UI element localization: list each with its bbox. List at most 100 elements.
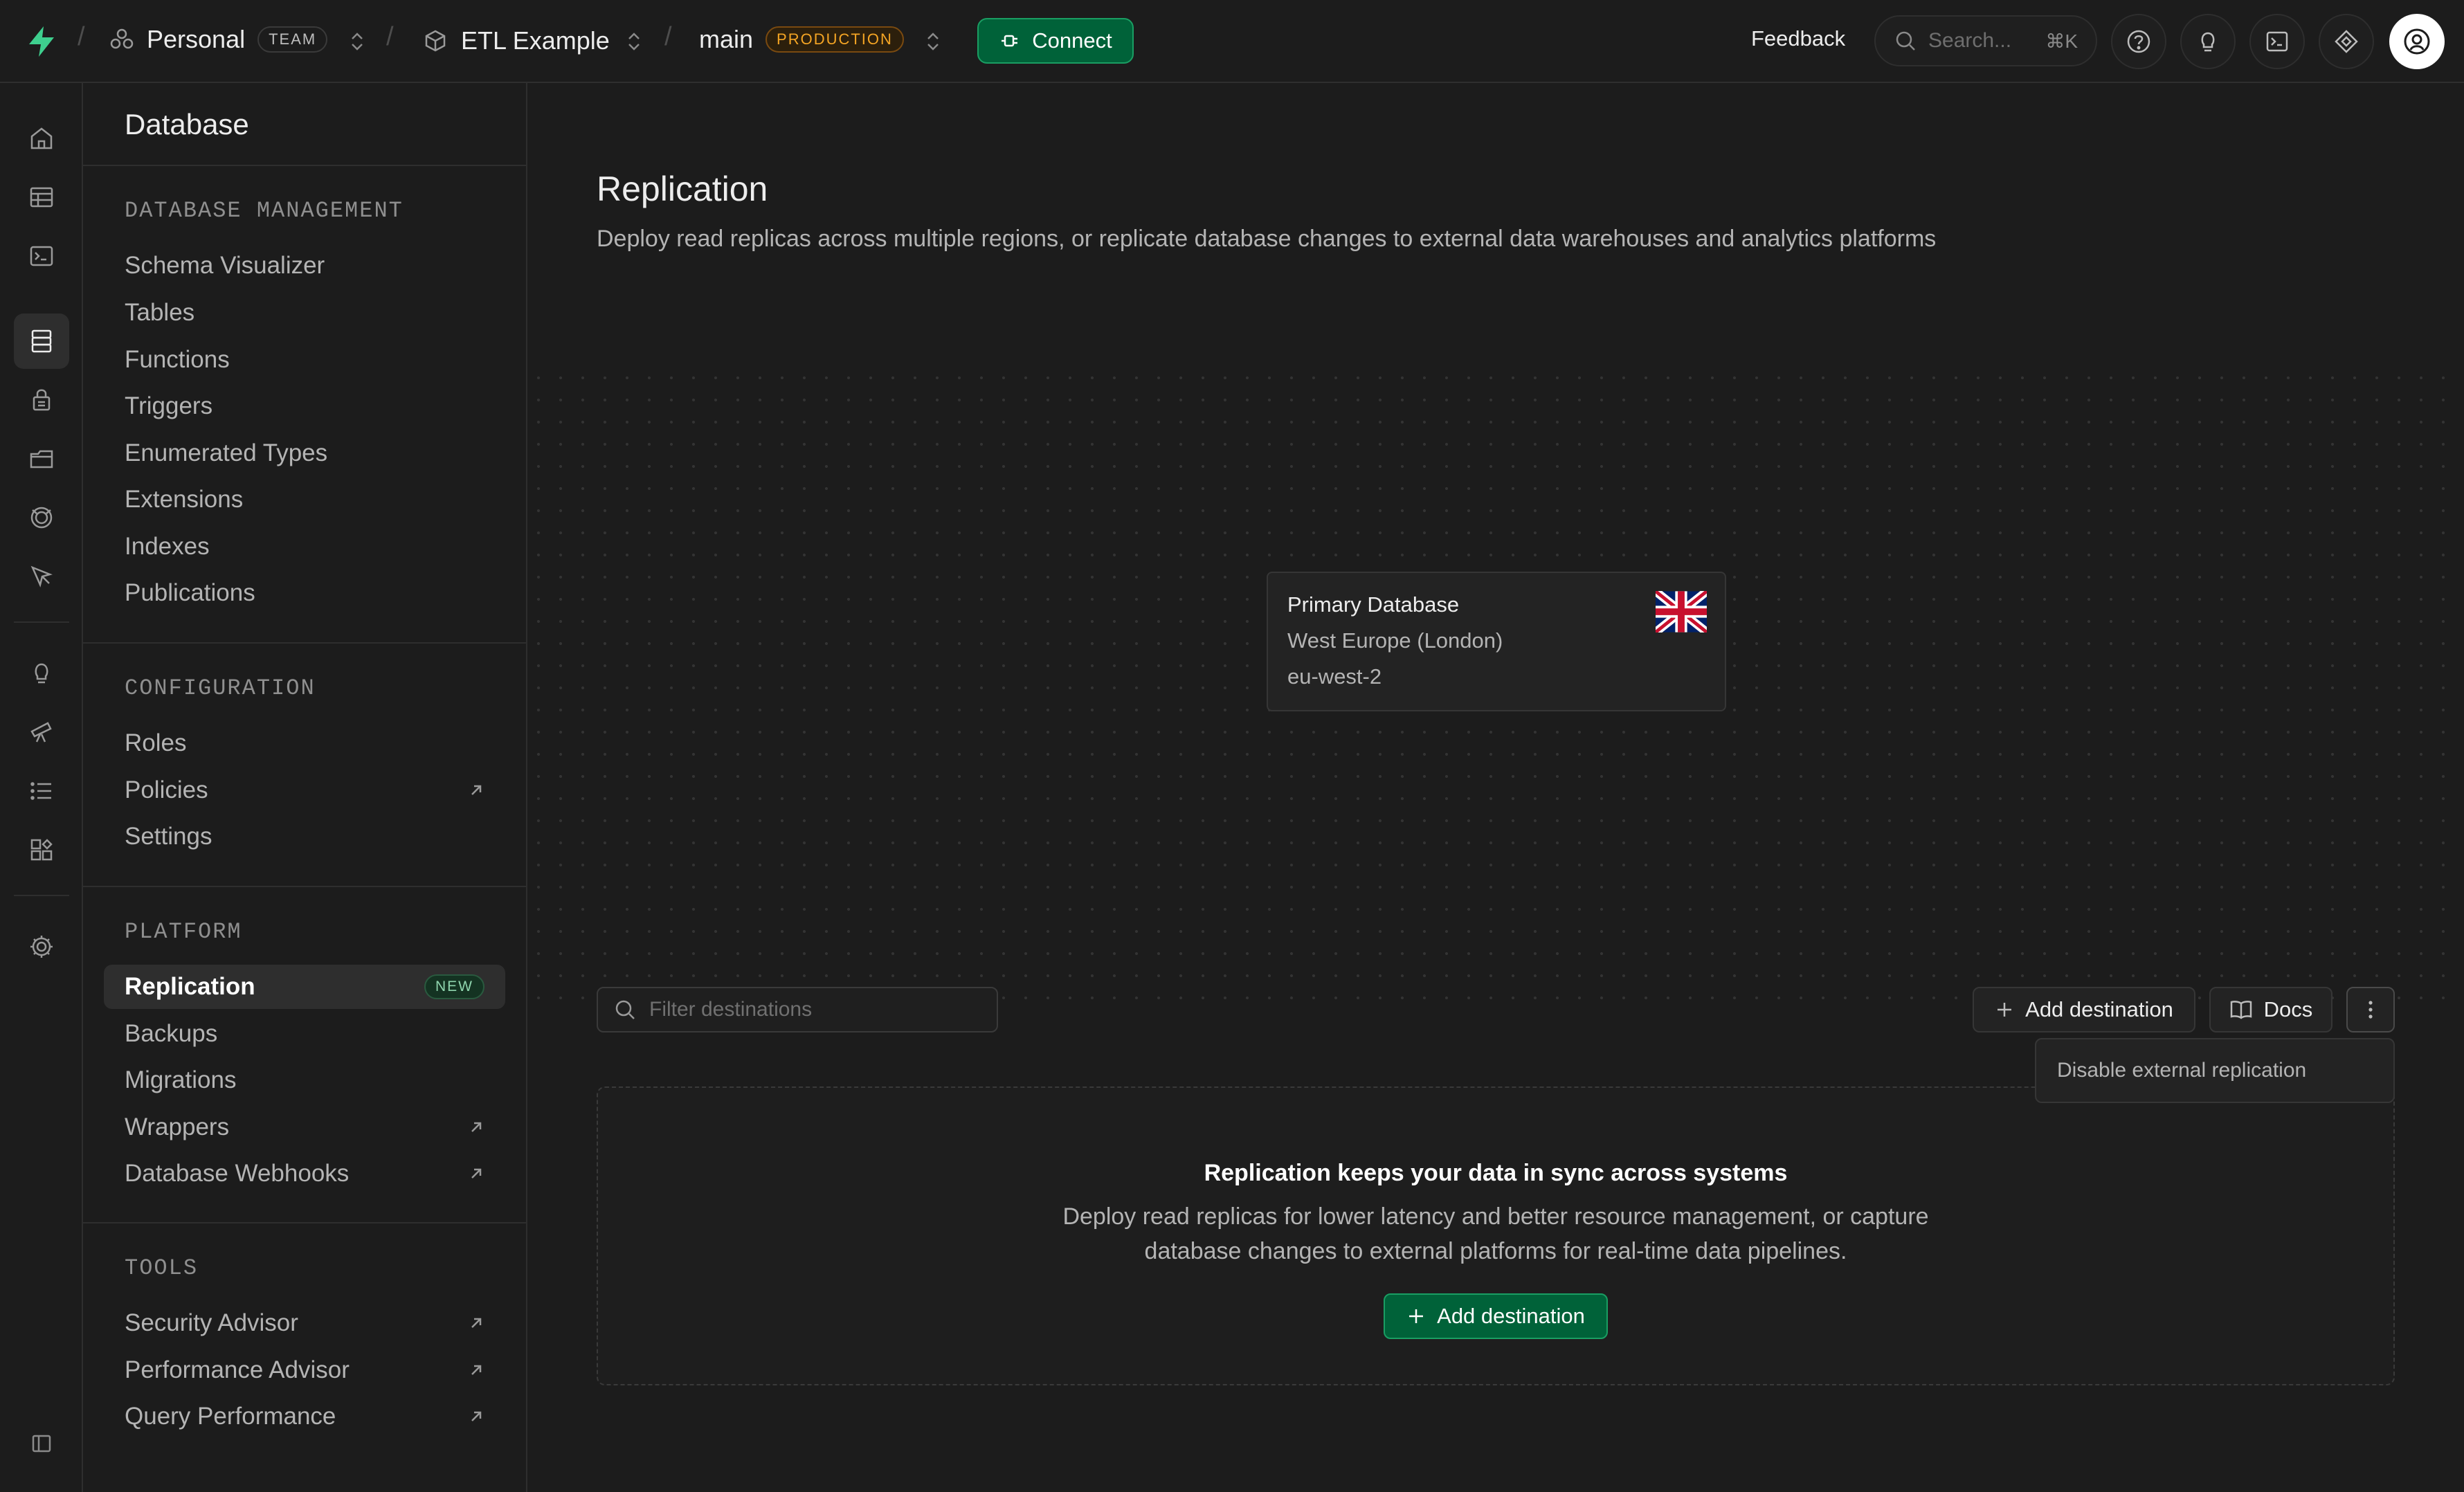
more-options-button[interactable] xyxy=(2346,987,2395,1032)
primary-db-name: Primary Database xyxy=(1287,592,1460,617)
sidebar-item-functions[interactable]: Functions xyxy=(104,338,505,382)
integrations-icon[interactable] xyxy=(14,822,69,877)
sidebar-item-replication[interactable]: Replication NEW xyxy=(104,965,505,1009)
branch-selector[interactable]: main PRODUCTION xyxy=(699,25,904,54)
search-input[interactable]: Search... ⌘K xyxy=(1874,15,2097,66)
sidebar-item-migrations[interactable]: Migrations xyxy=(104,1058,505,1102)
sql-editor-icon[interactable] xyxy=(14,228,69,284)
add-destination-label: Add destination xyxy=(2025,997,2173,1021)
feedback-button[interactable]: Feedback xyxy=(1751,26,1845,51)
icon-rail xyxy=(0,83,83,1492)
storage-icon[interactable] xyxy=(14,431,69,486)
external-link-icon xyxy=(468,1165,484,1182)
sidebar-item-extensions[interactable]: Extensions xyxy=(104,477,505,522)
connect-button[interactable]: Connect xyxy=(977,18,1134,64)
plug-icon xyxy=(999,30,1021,52)
search-icon xyxy=(1894,29,1917,53)
main-content: Replication Deploy read replicas across … xyxy=(527,83,2464,1492)
org-name: Personal xyxy=(147,25,246,53)
filter-destinations-input[interactable]: Filter destinations xyxy=(597,987,998,1032)
section-heading-configuration: CONFIGURATION xyxy=(125,675,316,701)
empty-add-destination-label: Add destination xyxy=(1437,1304,1585,1328)
terminal-icon xyxy=(2263,28,2291,55)
collapse-sidebar-icon[interactable] xyxy=(14,1416,69,1471)
box-icon xyxy=(424,29,447,53)
logs-list-icon[interactable] xyxy=(14,763,69,819)
sidebar-item-security-advisor[interactable]: Security Advisor xyxy=(104,1301,505,1345)
sidebar-item-wrappers[interactable]: Wrappers xyxy=(104,1105,505,1149)
auth-lock-icon[interactable] xyxy=(14,372,69,428)
docs-button[interactable]: Docs xyxy=(2209,987,2332,1032)
section-heading-database-management: DATABASE MANAGEMENT xyxy=(125,198,404,224)
production-badge: PRODUCTION xyxy=(766,26,904,53)
external-link-icon xyxy=(468,782,484,799)
lightbulb-icon xyxy=(2194,28,2222,55)
realtime-icon[interactable] xyxy=(14,490,69,545)
sidebar-item-indexes[interactable]: Indexes xyxy=(104,525,505,569)
project-selector[interactable]: ETL Example xyxy=(424,26,610,55)
external-link-icon xyxy=(468,1119,484,1136)
user-avatar[interactable] xyxy=(2389,14,2445,69)
org-plan-badge: TEAM xyxy=(257,26,328,53)
sidebar-item-label: Indexes xyxy=(125,533,210,560)
sidebar-item-query-performance[interactable]: Query Performance xyxy=(104,1394,505,1439)
edge-functions-icon[interactable] xyxy=(14,549,69,604)
diamond-icon xyxy=(2332,28,2360,55)
external-link-icon xyxy=(468,1408,484,1425)
sidebar-item-label: Tables xyxy=(125,299,195,326)
sidebar-item-label: Schema Visualizer xyxy=(125,252,325,279)
sidebar-item-roles[interactable]: Roles xyxy=(104,721,505,765)
top-bar: / Personal TEAM / ETL Example / main PRO… xyxy=(0,0,2464,83)
settings-gear-icon[interactable] xyxy=(14,919,69,974)
sidebar-item-triggers[interactable]: Triggers xyxy=(104,384,505,428)
section-heading-platform: PLATFORM xyxy=(125,919,242,945)
assistant-button[interactable] xyxy=(2319,14,2374,69)
uk-flag-icon xyxy=(1656,591,1707,633)
terminal-button[interactable] xyxy=(2249,14,2305,69)
advisor-button[interactable] xyxy=(2180,14,2236,69)
sidebar-item-label: Database Webhooks xyxy=(125,1160,350,1187)
sidebar-item-label: Backups xyxy=(125,1020,218,1047)
table-editor-icon[interactable] xyxy=(14,170,69,225)
sidebar-item-label: Migrations xyxy=(125,1066,237,1093)
menu-item-disable-external-replication[interactable]: Disable external replication xyxy=(2057,1059,2306,1082)
options-dropdown-menu: Disable external replication xyxy=(2035,1038,2395,1103)
page-title: Replication xyxy=(597,170,768,208)
empty-state-description: Deploy read replicas for lower latency a… xyxy=(1062,1203,1929,1264)
sidebar-item-settings[interactable]: Settings xyxy=(104,815,505,859)
project-chevron-icon[interactable] xyxy=(624,29,644,54)
rail-divider xyxy=(14,621,69,623)
sidebar-item-performance-advisor[interactable]: Performance Advisor xyxy=(104,1348,505,1392)
sidebar-item-policies[interactable]: Policies xyxy=(104,768,505,812)
branch-chevron-icon[interactable] xyxy=(923,29,943,54)
observability-telescope-icon[interactable] xyxy=(14,704,69,760)
home-icon[interactable] xyxy=(14,111,69,166)
org-chevron-icon[interactable] xyxy=(347,29,367,54)
external-link-icon xyxy=(468,1315,484,1331)
sidebar-item-label: Performance Advisor xyxy=(125,1356,350,1383)
sidebar-divider xyxy=(83,165,526,166)
sidebar-item-tables[interactable]: Tables xyxy=(104,291,505,335)
sidebar-divider xyxy=(83,886,526,887)
sidebar-divider xyxy=(83,642,526,644)
org-selector[interactable]: Personal TEAM xyxy=(109,25,328,54)
sidebar-item-label: Policies xyxy=(125,776,208,803)
supabase-logo-icon[interactable] xyxy=(26,25,60,58)
sidebar-item-label: Query Performance xyxy=(125,1403,336,1430)
connect-label: Connect xyxy=(1032,28,1112,53)
search-placeholder: Search... xyxy=(1928,29,2012,52)
help-button[interactable] xyxy=(2111,14,2166,69)
primary-database-node[interactable]: Primary Database West Europe (London) eu… xyxy=(1267,572,1726,711)
advisors-lightbulb-icon[interactable] xyxy=(14,646,69,701)
sidebar-item-enumerated-types[interactable]: Enumerated Types xyxy=(104,431,505,475)
sidebar-item-label: Enumerated Types xyxy=(125,439,328,466)
sidebar-item-database-webhooks[interactable]: Database Webhooks xyxy=(104,1152,505,1196)
sidebar-item-backups[interactable]: Backups xyxy=(104,1012,505,1056)
sidebar-item-publications[interactable]: Publications xyxy=(104,571,505,615)
empty-add-destination-button[interactable]: Add destination xyxy=(1384,1293,1608,1339)
plus-icon xyxy=(1995,1000,2014,1019)
add-destination-button[interactable]: Add destination xyxy=(1973,987,2195,1032)
sidebar-item-schema-visualizer[interactable]: Schema Visualizer xyxy=(104,244,505,288)
database-icon[interactable] xyxy=(14,313,69,369)
empty-state-panel: Replication keeps your data in sync acro… xyxy=(597,1086,2395,1385)
